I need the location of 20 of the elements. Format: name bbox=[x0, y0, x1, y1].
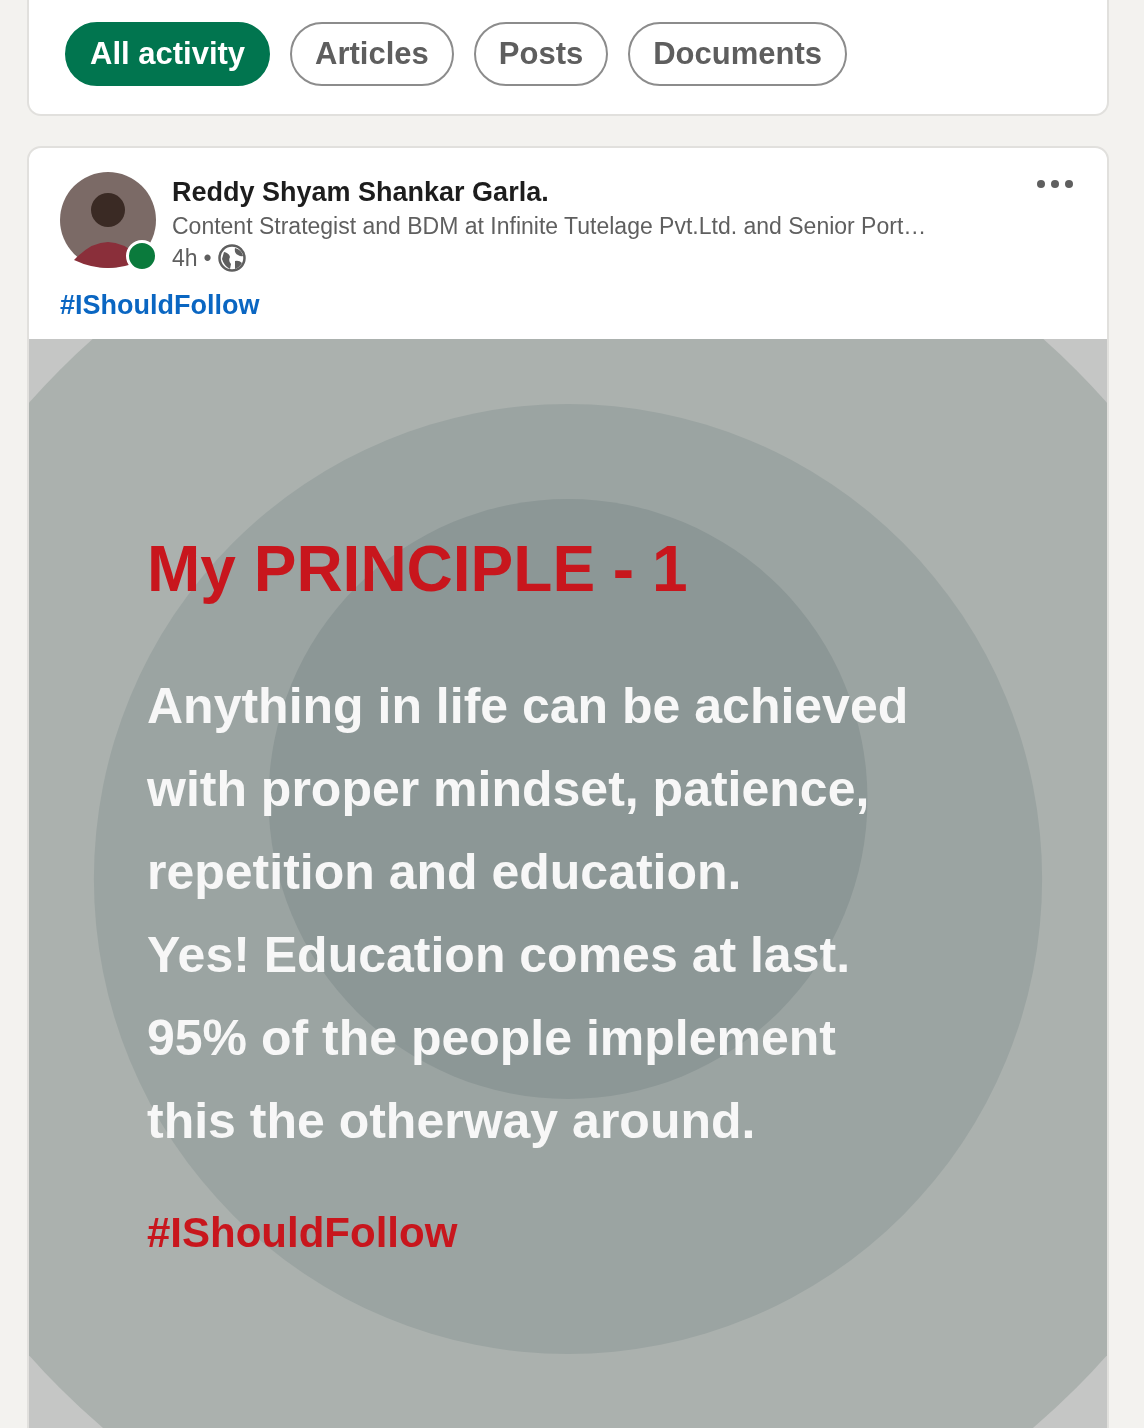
image-heading: My PRINCIPLE - 1 bbox=[147, 532, 688, 607]
post-time: 4h bbox=[172, 244, 198, 272]
filter-pill[interactable]: All activity bbox=[65, 22, 271, 86]
avatar[interactable] bbox=[60, 172, 156, 268]
image-text-line: with proper mindset, patience, bbox=[147, 760, 870, 819]
author-headline: Content Strategist and BDM at Infinite Tutelage Pvt.Ltd. and Senior Port… bbox=[172, 212, 927, 241]
ellipsis-icon bbox=[1037, 180, 1073, 188]
filter-pill[interactable]: Posts bbox=[473, 22, 609, 86]
hashtag-link[interactable]: #IShouldFollow bbox=[60, 290, 260, 321]
image-text-line: this the otherway around. bbox=[147, 1092, 756, 1151]
globe-icon bbox=[217, 244, 246, 272]
filter-pill[interactable]: Documents bbox=[628, 22, 848, 86]
image-text-line: 95% of the people implement bbox=[147, 1009, 836, 1068]
image-text-line: Yes! Education comes at last. bbox=[147, 926, 851, 985]
image-text-line: Anything in life can be achieved bbox=[147, 677, 909, 736]
image-text-line: repetition and education. bbox=[147, 843, 742, 902]
author-name[interactable]: Reddy Shyam Shankar Garla. bbox=[172, 174, 927, 210]
separator-dot: • bbox=[203, 244, 212, 272]
image-hashtag: #IShouldFollow bbox=[147, 1209, 458, 1257]
filter-pill[interactable]: Articles bbox=[290, 22, 454, 86]
